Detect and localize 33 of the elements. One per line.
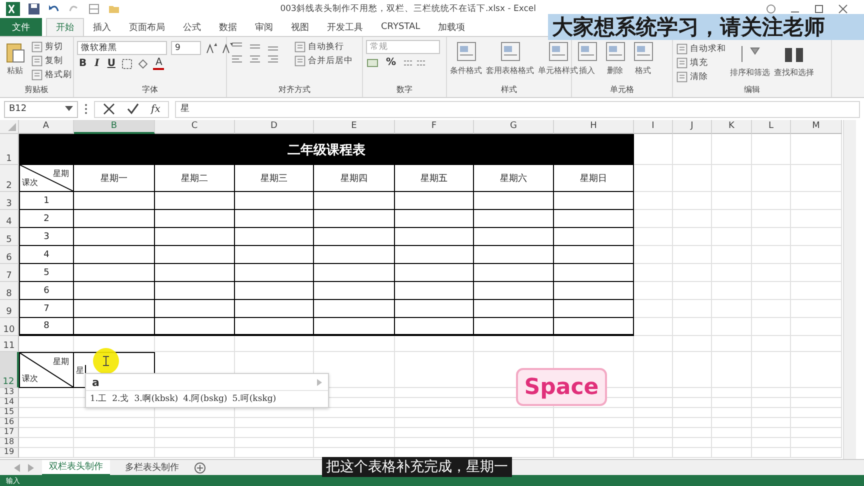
header-label: 星期 xyxy=(53,168,69,179)
period-cell: 2 xyxy=(19,210,74,228)
header-label: 课次 xyxy=(22,177,38,188)
day-header: 星期三 xyxy=(235,165,314,192)
period-cell: 3 xyxy=(19,228,74,246)
video-subtitle: 把这个表格补充完成，星期一 xyxy=(322,457,512,477)
group-label: 样式 xyxy=(500,84,518,96)
header-label: 星期 xyxy=(53,356,69,367)
cell-text: 星 xyxy=(76,364,84,376)
day-header: 星期二 xyxy=(155,165,235,192)
period-cell: 8 xyxy=(19,318,74,336)
day-header: 星期五 xyxy=(395,165,474,192)
header-label: 课次 xyxy=(22,373,38,384)
window-title: 003斜线表头制作不用愁，双栏、三栏统统不在话下.xlsx - Excel xyxy=(279,3,537,15)
group-label: 单元格 xyxy=(609,84,635,96)
table-title: 二年级课程表 xyxy=(19,134,634,165)
day-header: 星期日 xyxy=(554,165,634,192)
group-label: 编辑 xyxy=(743,84,761,96)
period-cell: 1 xyxy=(19,192,74,210)
ime-composition-text: a xyxy=(92,376,100,389)
period-cell: 4 xyxy=(19,246,74,264)
group-label: 剪贴板 xyxy=(24,84,50,96)
group-label: 对齐方式 xyxy=(278,84,312,96)
day-header: 星期四 xyxy=(314,165,395,192)
group-label: 字体 xyxy=(141,84,159,96)
period-cell: 5 xyxy=(19,264,74,282)
period-cell: 6 xyxy=(19,282,74,300)
day-header: 星期一 xyxy=(74,165,155,192)
promo-banner: 大家想系统学习，请关注老师 xyxy=(548,14,864,40)
period-cell: 7 xyxy=(19,300,74,318)
group-label: 数字 xyxy=(396,84,414,96)
key-overlay: Space xyxy=(516,368,607,406)
day-header: 星期六 xyxy=(474,165,554,192)
